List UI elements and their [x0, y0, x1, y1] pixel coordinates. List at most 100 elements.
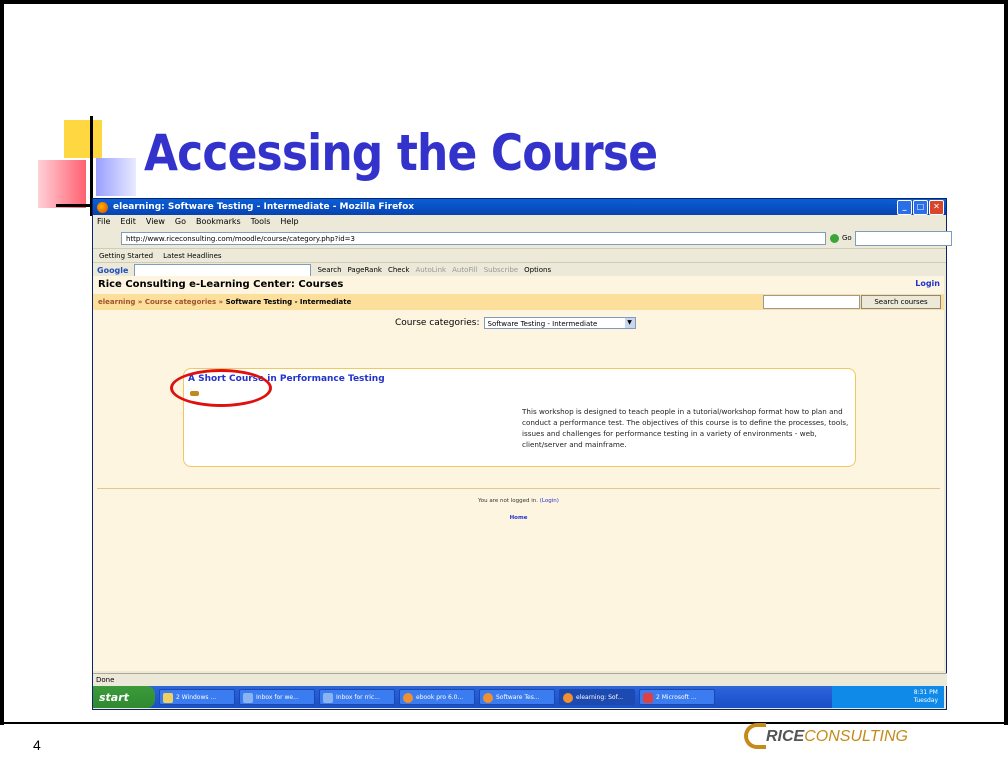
- taskbar-item-inbox-we[interactable]: Inbox for we...: [239, 689, 315, 705]
- menu-edit[interactable]: Edit: [120, 217, 136, 226]
- footer-login-link[interactable]: (Login): [540, 498, 559, 504]
- rice-consulting-logo: RICECONSULTING: [744, 723, 970, 751]
- mail-icon: [323, 693, 333, 703]
- clock-time: 8:31 PM: [913, 689, 938, 696]
- start-button[interactable]: start: [93, 686, 155, 708]
- bookmark-latest-headlines[interactable]: Latest Headlines: [163, 252, 221, 260]
- login-link[interactable]: Login: [915, 279, 940, 288]
- menu-file[interactable]: File: [97, 217, 110, 226]
- status-bar: Done: [93, 673, 947, 686]
- go-area: Go: [830, 230, 952, 246]
- menu-bar: File Edit View Go Bookmarks Tools Help: [93, 215, 946, 228]
- category-selected-value: Software Testing - Intermediate: [487, 320, 598, 328]
- go-button[interactable]: Go: [842, 234, 852, 242]
- breadcrumb-separator: »: [137, 298, 143, 306]
- browser-window: elearning: Software Testing - Intermedia…: [92, 198, 952, 710]
- slide-number: 4: [33, 737, 41, 753]
- taskbar-item-label: elearning: Sof...: [576, 694, 623, 701]
- decor-yellow-square: [64, 120, 102, 158]
- maximize-icon[interactable]: □: [913, 200, 928, 215]
- site-title: Rice Consulting e-Learning Center: Cours…: [98, 279, 344, 290]
- course-description: This workshop is designed to teach peopl…: [522, 407, 849, 449]
- clock-day: Tuesday: [913, 697, 938, 704]
- google-search-button[interactable]: Search: [317, 266, 341, 274]
- go-icon[interactable]: [830, 233, 839, 243]
- clock[interactable]: 8:31 PM Tuesday: [914, 689, 938, 705]
- taskbar-item-label: ebook pro 6.0...: [416, 694, 464, 701]
- options-button[interactable]: Options: [524, 266, 551, 274]
- window-titlebar: elearning: Software Testing - Intermedia…: [93, 199, 946, 215]
- url-bar[interactable]: http://www.riceconsulting.com/moodle/cou…: [121, 231, 826, 245]
- highlight-circle: [170, 369, 272, 407]
- slide-border-left: [0, 0, 4, 725]
- subscribe-button[interactable]: Subscribe: [484, 266, 518, 274]
- search-engine-input[interactable]: [854, 230, 952, 246]
- category-label: Course categories:: [395, 318, 480, 328]
- spell-check-button[interactable]: Check: [388, 266, 410, 274]
- menu-bookmarks[interactable]: Bookmarks: [196, 217, 241, 226]
- taskbar-item-label: Inbox for we...: [256, 694, 299, 701]
- pagerank-indicator[interactable]: PageRank: [348, 266, 382, 274]
- bookmarks-toolbar: Getting Started Latest Headlines: [93, 248, 946, 262]
- mail-icon: [243, 693, 253, 703]
- google-toolbar: Google Search PageRank Check AutoLink Au…: [93, 262, 946, 277]
- menu-go[interactable]: Go: [175, 217, 186, 226]
- category-selector-row: Course categories: Software Testing - In…: [395, 317, 636, 329]
- breadcrumb-elearning[interactable]: elearning: [98, 298, 135, 306]
- slide-border-right: [1004, 0, 1008, 725]
- taskbar-item-label: Software Tes...: [496, 694, 540, 701]
- course-search-input[interactable]: [763, 295, 860, 309]
- decor-blue-square: [96, 158, 136, 196]
- autofill-button[interactable]: AutoFill: [452, 266, 478, 274]
- taskbar-item-label: 2 Microsoft ...: [656, 694, 697, 701]
- slide-border-top: [0, 0, 1008, 4]
- breadcrumb-current: Software Testing - Intermediate: [225, 298, 352, 306]
- powerpoint-icon: [643, 693, 653, 703]
- category-select[interactable]: Software Testing - Intermediate ▼: [483, 317, 636, 329]
- system-tray: 8:31 PM Tuesday: [832, 686, 944, 708]
- login-status: You are not logged in. (Login): [93, 498, 944, 504]
- taskbar-item-ebook-pro[interactable]: ebook pro 6.0...: [399, 689, 475, 705]
- login-status-text: You are not logged in.: [478, 498, 538, 504]
- navigation-toolbar: http://www.riceconsulting.com/moodle/cou…: [93, 228, 952, 248]
- folder-icon: [163, 693, 173, 703]
- menu-view[interactable]: View: [146, 217, 165, 226]
- logo-text: RICECONSULTING: [766, 728, 908, 746]
- taskbar-item-label: 2 Windows ...: [176, 694, 217, 701]
- taskbar-item-inbox-rric[interactable]: Inbox for rric...: [319, 689, 395, 705]
- autolink-button[interactable]: AutoLink: [416, 266, 447, 274]
- window-title: elearning: Software Testing - Intermedia…: [113, 202, 415, 212]
- taskbar-item-microsoft[interactable]: 2 Microsoft ...: [639, 689, 715, 705]
- google-search-input[interactable]: [134, 263, 312, 277]
- breadcrumb-course-categories[interactable]: Course categories: [145, 298, 216, 306]
- course-list-box: A Short Course in Performance Testing Th…: [183, 368, 856, 467]
- logo-part-consulting: CONSULTING: [804, 728, 908, 745]
- logo-part-rice: RICE: [766, 728, 805, 745]
- google-logo[interactable]: Google: [97, 266, 128, 275]
- logo-bracket-icon: [744, 723, 766, 749]
- firefox-icon: [403, 693, 413, 703]
- windows-taskbar: start 2 Windows ... Inbox for we... Inbo…: [93, 686, 944, 708]
- footer-divider: [97, 488, 940, 489]
- search-courses-button[interactable]: Search courses: [861, 295, 941, 309]
- breadcrumb-separator: »: [218, 298, 224, 306]
- breadcrumb: elearning » Course categories » Software…: [98, 298, 351, 306]
- slide-title: Accessing the Course: [144, 124, 658, 182]
- page-content: Rice Consulting e-Learning Center: Cours…: [93, 276, 944, 671]
- decor-red-square: [38, 160, 86, 208]
- close-icon[interactable]: ✕: [929, 200, 944, 215]
- taskbar-item-software-testing[interactable]: Software Tes...: [479, 689, 555, 705]
- menu-tools[interactable]: Tools: [251, 217, 271, 226]
- window-controls: _ □ ✕: [897, 200, 944, 215]
- minimize-icon[interactable]: _: [897, 200, 912, 215]
- bookmark-getting-started[interactable]: Getting Started: [99, 252, 153, 260]
- taskbar-item-label: Inbox for rric...: [336, 694, 380, 701]
- home-link[interactable]: Home: [93, 515, 944, 521]
- menu-help[interactable]: Help: [280, 217, 298, 226]
- firefox-icon: [97, 201, 108, 213]
- chevron-down-icon[interactable]: ▼: [624, 318, 635, 328]
- taskbar-item-windows[interactable]: 2 Windows ...: [159, 689, 235, 705]
- firefox-icon: [483, 693, 493, 703]
- taskbar-item-elearning[interactable]: elearning: Sof...: [559, 689, 635, 705]
- breadcrumb-bar: elearning » Course categories » Software…: [93, 294, 944, 310]
